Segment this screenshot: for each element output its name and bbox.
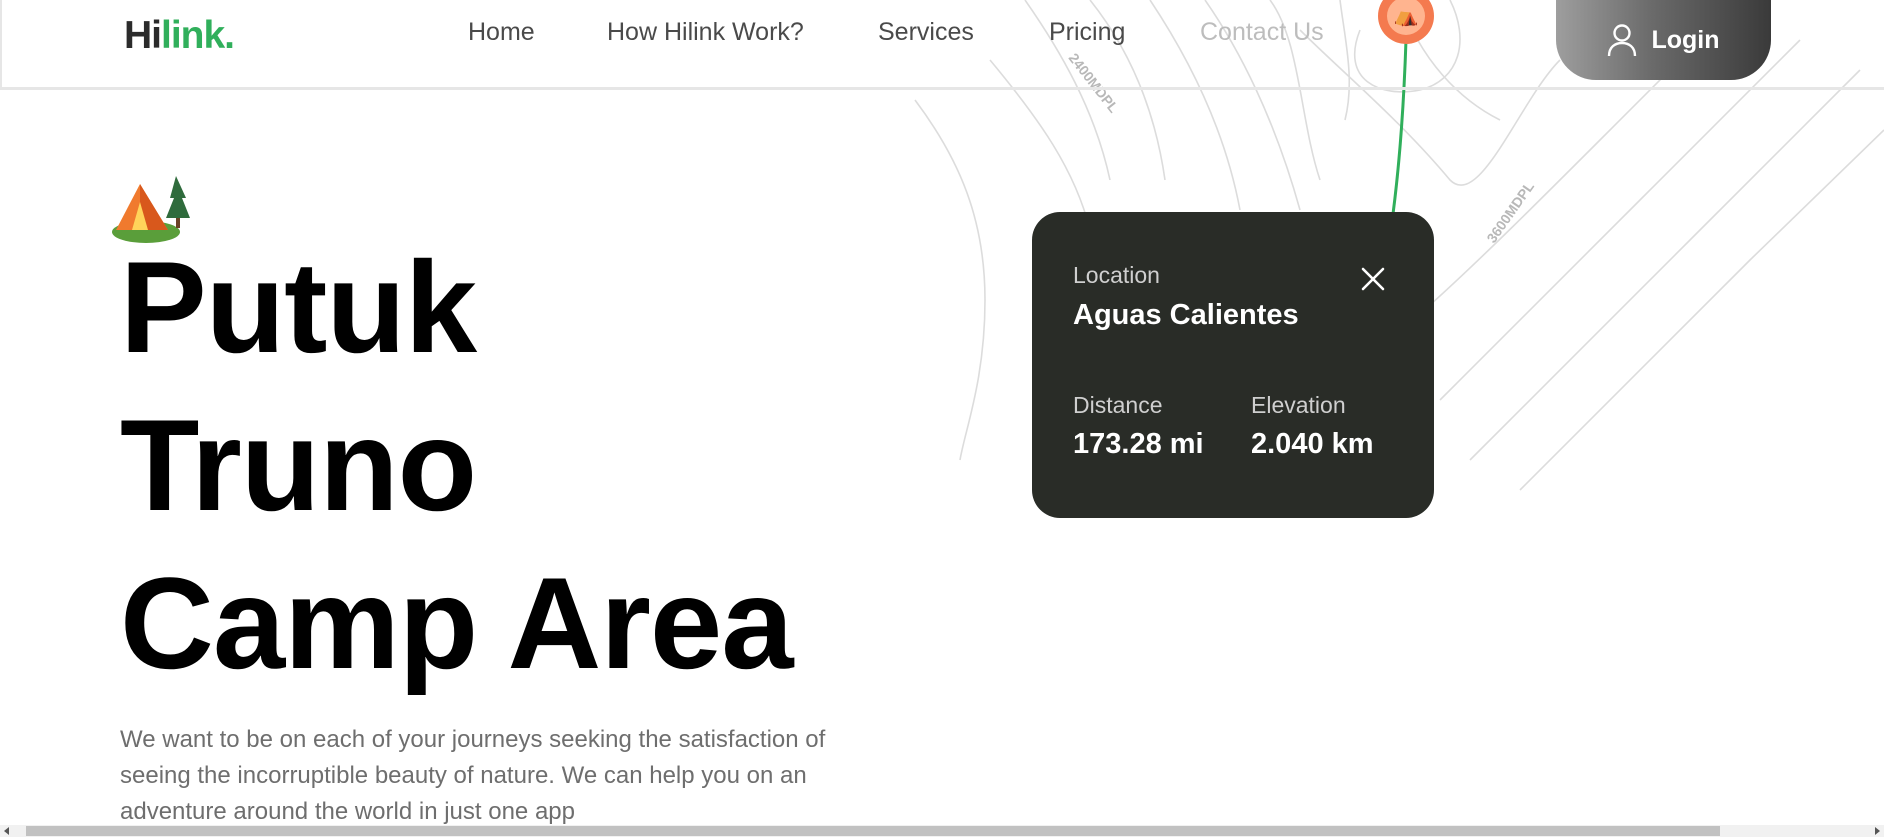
location-card: Location Aguas Calientes Distance 173.28… (1032, 212, 1434, 518)
distance-label: Distance (1073, 392, 1163, 418)
nav-link-pricing[interactable]: Pricing (1049, 18, 1125, 47)
scroll-left-arrow-icon[interactable] (4, 827, 9, 835)
tent-icon: ⛺ (1387, 0, 1425, 35)
hero-description: We want to be on each of your journeys s… (120, 726, 826, 825)
distance-value: 173.28 mi (1073, 428, 1204, 460)
horizontal-scrollbar[interactable] (0, 825, 1884, 837)
hero-title-line-1: Putuk (120, 234, 477, 380)
nav-link-contact-us[interactable]: Contact Us (1200, 18, 1324, 47)
close-icon[interactable] (1358, 264, 1388, 294)
nav-link-home[interactable]: Home (468, 18, 535, 47)
nav-link-services[interactable]: Services (878, 18, 974, 47)
hero-title: Putuk Truno Camp Area (120, 228, 794, 702)
logo-text-dark: Hi (124, 14, 162, 57)
hero-title-line-2: Truno (120, 392, 477, 538)
nav-link-how-hilink-work[interactable]: How Hilink Work? (607, 18, 804, 47)
user-icon (1608, 24, 1637, 57)
elevation-label: Elevation (1251, 392, 1346, 418)
login-label: Login (1651, 25, 1720, 54)
elevation-value: 2.040 km (1251, 428, 1374, 460)
hilink-logo[interactable]: Hilink. (124, 14, 235, 58)
location-value: Aguas Calientes (1073, 299, 1299, 331)
login-button[interactable]: Login (1556, 0, 1771, 80)
contour-label-3600: 3600MDPL (1483, 178, 1537, 246)
scrollbar-thumb[interactable] (26, 826, 1720, 836)
location-label: Location (1073, 262, 1160, 288)
scroll-right-arrow-icon[interactable] (1875, 827, 1880, 835)
hero-title-line-3: Camp Area (120, 550, 794, 696)
logo-text-green: link. (161, 14, 235, 57)
